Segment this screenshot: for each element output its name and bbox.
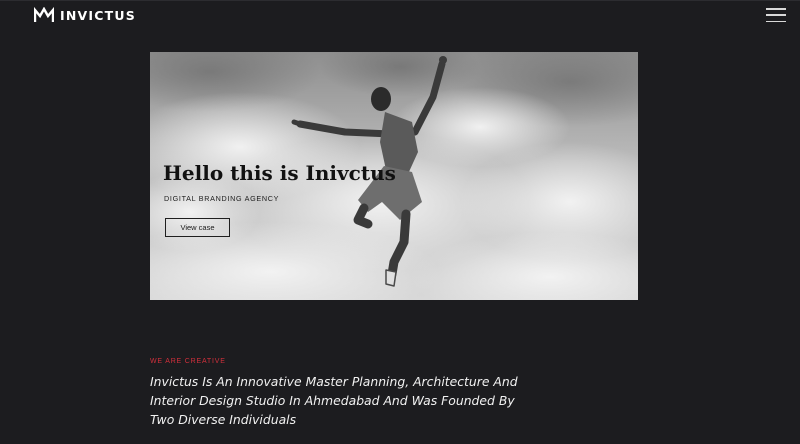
page: INVICTUS Hello this is Inivctus DIGITAL … — [0, 0, 800, 444]
hamburger-menu-icon[interactable] — [766, 8, 786, 22]
hero-subtitle: DIGITAL BRANDING AGENCY — [164, 194, 280, 203]
menu-line — [766, 20, 786, 22]
intro-paragraph: Invictus Is An Innovative Master Plannin… — [150, 374, 518, 427]
brand-name: INVICTUS — [60, 7, 136, 23]
section-eyebrow: WE ARE CREATIVE — [150, 358, 226, 365]
menu-line — [766, 8, 786, 10]
brand-logo[interactable]: INVICTUS — [34, 7, 136, 23]
invictus-crown-logo-icon — [34, 7, 54, 22]
view-case-button[interactable]: View case — [165, 218, 230, 237]
hero-banner: Hello this is Inivctus DIGITAL BRANDING … — [150, 52, 638, 300]
menu-line — [766, 14, 786, 16]
hero-title: Hello this is Inivctus — [163, 161, 396, 185]
